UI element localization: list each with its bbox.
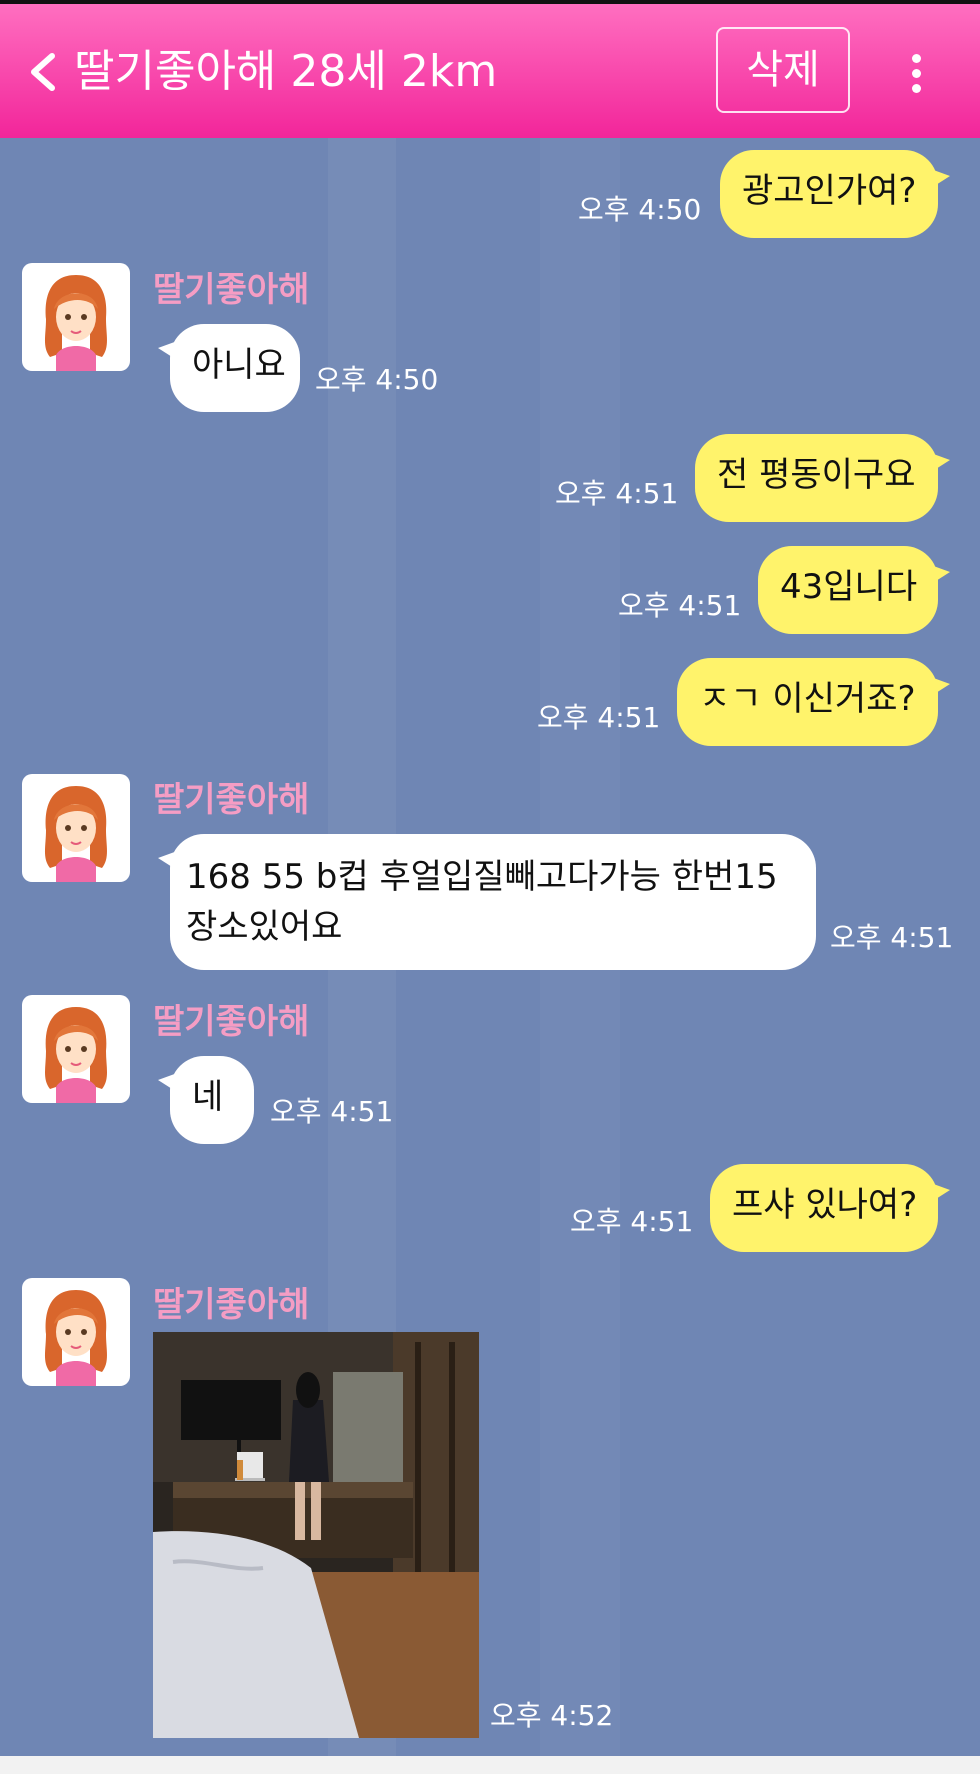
their-message-bubble[interactable]: 168 55 b컵 후얼입질빼고다가능 한번15 장소있어요 (158, 834, 816, 970)
sender-name: 딸기좋아해 (153, 270, 310, 310)
message-time: 오후 4:50 (578, 193, 702, 226)
more-vertical-icon[interactable] (900, 46, 932, 100)
message-time: 오후 4:51 (570, 1205, 694, 1238)
sender-name: 딸기좋아해 (153, 1002, 310, 1042)
avatar-girl-icon (45, 1007, 107, 1103)
sender-avatar[interactable] (22, 263, 130, 371)
chat-header: 딸기좋아해 28세 2km 삭제 (0, 4, 980, 138)
message-time: 오후 4:51 (270, 1095, 394, 1128)
delete-button[interactable]: 삭제 (716, 27, 850, 113)
message-time: 오후 4:51 (830, 921, 954, 954)
avatar-girl-icon (45, 786, 107, 882)
avatar-girl-icon (45, 1290, 107, 1386)
chat-title: 딸기좋아해 28세 2km (74, 46, 498, 97)
their-message-bubble[interactable]: 네 (158, 1056, 254, 1144)
sender-name: 딸기좋아해 (153, 780, 310, 820)
photo-message[interactable] (153, 1332, 479, 1738)
my-message-bubble[interactable]: 43입니다 (758, 546, 950, 634)
message-time: 오후 4:52 (490, 1699, 614, 1732)
message-time: 오후 4:50 (315, 363, 439, 396)
room-photo-image (153, 1332, 479, 1738)
my-message-bubble[interactable]: ㅈㄱ 이신거죠? (677, 658, 950, 746)
sender-avatar[interactable] (22, 1278, 130, 1386)
my-message-bubble[interactable]: 전 평동이구요 (695, 434, 950, 522)
back-chevron-icon[interactable] (24, 50, 64, 94)
avatar-girl-icon (45, 275, 107, 371)
my-message-bubble[interactable]: 광고인가여? (720, 150, 950, 238)
input-bar-edge (0, 1756, 980, 1774)
sender-avatar[interactable] (22, 774, 130, 882)
message-time: 오후 4:51 (555, 477, 679, 510)
their-message-bubble[interactable]: 아니요 (158, 324, 300, 412)
message-time: 오후 4:51 (618, 589, 742, 622)
message-time: 오후 4:51 (537, 701, 661, 734)
message-line: 168 55 b컵 후얼입질빼고다가능 한번15 (186, 857, 778, 897)
sender-avatar[interactable] (22, 995, 130, 1103)
my-message-bubble[interactable]: 프샤 있나여? (710, 1164, 950, 1252)
message-line: 장소있어요 (186, 907, 343, 947)
sender-name: 딸기좋아해 (153, 1285, 310, 1325)
chat-area[interactable]: 오후 4:50 광고인가여? 딸기좋아해 아니요 오후 4:50 오후 4:51… (0, 138, 980, 1756)
